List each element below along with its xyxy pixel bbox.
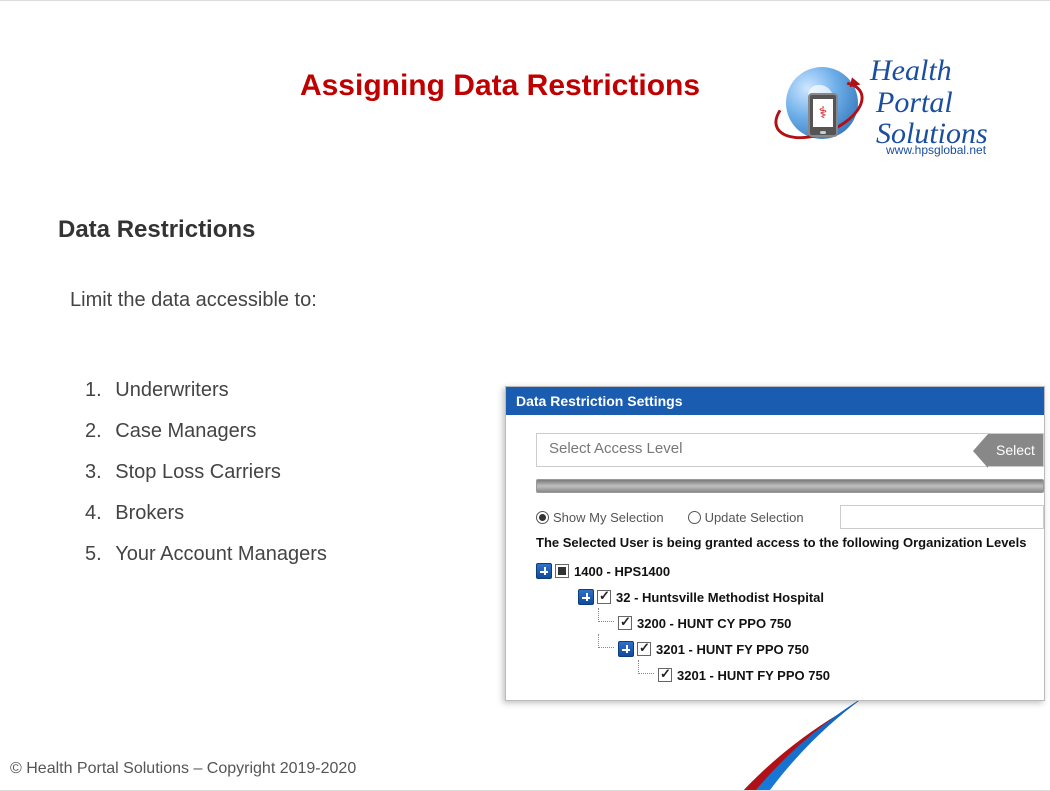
filter-input[interactable] [840, 505, 1044, 529]
tree-label: 3201 - HUNT FY PPO 750 [677, 668, 830, 683]
access-level-label: Select Access Level [537, 434, 988, 466]
tree-label: 1400 - HPS1400 [574, 564, 670, 579]
roles-list: Underwriters Case Managers Stop Loss Car… [75, 379, 327, 584]
tree-node[interactable]: 3201 - HUNT FY PPO 750 [536, 636, 1044, 662]
list-item: Your Account Managers [75, 543, 327, 566]
logo-line1: Health [870, 55, 988, 87]
data-restriction-panel: Data Restriction Settings Select Access … [505, 386, 1045, 701]
expand-icon[interactable] [618, 641, 634, 657]
checkbox-icon[interactable] [658, 668, 672, 682]
tablet-icon: ⚕ [808, 93, 838, 137]
expand-icon[interactable] [536, 563, 552, 579]
tree-node[interactable]: 1400 - HPS1400 [536, 558, 1044, 584]
expand-icon[interactable] [578, 589, 594, 605]
logo-url: www.hpsglobal.net [886, 143, 986, 157]
list-item: Brokers [75, 502, 327, 525]
progress-bar [536, 479, 1044, 493]
checkbox-icon[interactable] [637, 642, 651, 656]
intro-text: Limit the data accessible to: [70, 289, 317, 312]
access-level-select[interactable]: Select Access Level Select [536, 433, 1044, 467]
list-item: Underwriters [75, 379, 327, 402]
copyright-footer: © Health Portal Solutions – Copyright 20… [10, 760, 356, 778]
logo-text: Health Portal Solutions [870, 55, 988, 150]
section-title: Data Restrictions [58, 216, 255, 244]
tree-node[interactable]: 32 - Huntsville Methodist Hospital [536, 584, 1044, 610]
checkbox-icon[interactable] [597, 590, 611, 604]
globe-icon: ⚕ [778, 61, 866, 149]
tree-label: 32 - Huntsville Methodist Hospital [616, 590, 824, 605]
radio-show-my-selection[interactable]: Show My Selection [536, 510, 664, 525]
panel-header: Data Restriction Settings [506, 387, 1044, 415]
tree-label: 3200 - HUNT CY PPO 750 [637, 616, 791, 631]
tree-node[interactable]: 3200 - HUNT CY PPO 750 [536, 610, 1044, 636]
list-item: Case Managers [75, 420, 327, 443]
list-item: Stop Loss Carriers [75, 461, 327, 484]
radio-icon [688, 511, 701, 524]
tree-node[interactable]: 3201 - HUNT FY PPO 750 [536, 662, 1044, 688]
grant-message: The Selected User is being granted acces… [536, 535, 1044, 550]
company-logo: ⚕ Health Portal Solutions www.hpsglobal.… [778, 51, 1028, 161]
checkbox-icon[interactable] [618, 616, 632, 630]
org-tree: 1400 - HPS1400 32 - Huntsville Methodist… [536, 558, 1044, 688]
page-title: Assigning Data Restrictions [260, 69, 740, 103]
radio-icon [536, 511, 549, 524]
tree-label: 3201 - HUNT FY PPO 750 [656, 642, 809, 657]
top-swoosh-decor [0, 1, 250, 201]
radio-update-selection[interactable]: Update Selection [688, 510, 804, 525]
checkbox-icon[interactable] [555, 564, 569, 578]
caduceus-icon: ⚕ [819, 103, 828, 123]
slide: Assigning Data Restrictions ⚕ Health Por… [0, 0, 1050, 791]
logo-line2: Portal [870, 87, 988, 119]
select-button[interactable]: Select [988, 434, 1043, 466]
